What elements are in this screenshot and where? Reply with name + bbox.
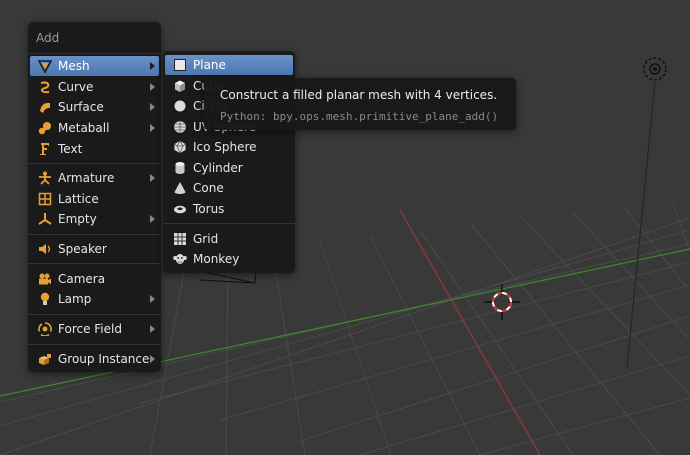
lamp-object: [626, 57, 667, 369]
x-axis-line: [399, 209, 541, 455]
submenu-arrow-icon: [150, 83, 155, 91]
submenu-item-label: Cylinder: [193, 161, 243, 175]
submenu-item-label: Monkey: [193, 252, 240, 266]
menu-item-curve[interactable]: Curve: [30, 77, 159, 97]
submenu-item-ico-sphere[interactable]: Ico Sphere: [165, 137, 293, 157]
menu-item-label: Mesh: [58, 59, 90, 73]
menu-item-label: Group Instance: [58, 352, 150, 366]
divider: [28, 314, 161, 315]
menu-item-empty[interactable]: Empty: [30, 209, 159, 229]
torus-icon: [172, 201, 188, 217]
grid-icon: [172, 231, 188, 247]
metaball-icon: [37, 120, 53, 136]
menu-item-label: Curve: [58, 80, 94, 94]
submenu-arrow-icon: [150, 62, 155, 70]
menu-item-label: Camera: [58, 272, 106, 286]
force-field-icon: [37, 321, 53, 337]
menu-item-force-field[interactable]: Force Field: [30, 319, 159, 339]
divider: [28, 53, 161, 54]
menu-item-label: Armature: [58, 171, 115, 185]
menu-item-label: Lamp: [58, 292, 92, 306]
submenu-item-label: Torus: [193, 202, 225, 216]
lattice-icon: [37, 191, 53, 207]
mesh-icon: [37, 58, 53, 74]
cube-icon: [172, 78, 188, 94]
circle-icon: [172, 98, 188, 114]
tooltip: Construct a filled planar mesh with 4 ve…: [204, 78, 516, 130]
submenu-item-cylinder[interactable]: Cylinder: [165, 158, 293, 178]
divider: [163, 223, 295, 224]
submenu-item-grid[interactable]: Grid: [165, 229, 293, 249]
tooltip-description: Construct a filled planar mesh with 4 ve…: [220, 88, 498, 102]
submenu-item-torus[interactable]: Torus: [165, 199, 293, 219]
lamp-icon: [37, 291, 53, 307]
menu-item-label: Speaker: [58, 242, 107, 256]
menu-item-metaball[interactable]: Metaball: [30, 118, 159, 138]
empty-icon: [37, 211, 53, 227]
menu-item-lamp[interactable]: Lamp: [30, 289, 159, 309]
monkey-icon: [172, 251, 188, 267]
divider: [28, 263, 161, 264]
surface-icon: [37, 99, 53, 115]
menu-item-surface[interactable]: Surface: [30, 97, 159, 117]
menu-item-armature[interactable]: Armature: [30, 168, 159, 188]
menu-item-label: Empty: [58, 212, 97, 226]
tooltip-python-path: Python: bpy.ops.mesh.primitive_plane_add…: [220, 110, 499, 123]
submenu-item-plane[interactable]: Plane: [165, 55, 293, 75]
camera-icon: [37, 271, 53, 287]
submenu-item-label: Cone: [193, 181, 224, 195]
submenu-item-label: Grid: [193, 232, 219, 246]
cylinder-icon: [172, 160, 188, 176]
submenu-item-monkey[interactable]: Monkey: [165, 249, 293, 269]
submenu-arrow-icon: [150, 124, 155, 132]
menu-item-camera[interactable]: Camera: [30, 269, 159, 289]
submenu-arrow-icon: [150, 325, 155, 333]
menu-item-lattice[interactable]: Lattice: [30, 189, 159, 209]
menu-item-mesh[interactable]: Mesh: [30, 56, 159, 76]
plane-icon: [172, 57, 188, 73]
ico-sphere-icon: [172, 139, 188, 155]
group-instance-icon: [37, 351, 53, 367]
cone-icon: [172, 180, 188, 196]
menu-item-label: Surface: [58, 100, 104, 114]
submenu-item-label: Ico Sphere: [193, 140, 257, 154]
armature-icon: [37, 170, 53, 186]
submenu-item-cone[interactable]: Cone: [165, 178, 293, 198]
submenu-arrow-icon: [150, 103, 155, 111]
submenu-arrow-icon: [150, 295, 155, 303]
submenu-arrow-icon: [150, 215, 155, 223]
speaker-icon: [37, 241, 53, 257]
menu-item-text[interactable]: Text: [30, 139, 159, 159]
menu-item-label: Force Field: [58, 322, 122, 336]
uv-sphere-icon: [172, 119, 188, 135]
submenu-arrow-icon: [150, 174, 155, 182]
curve-icon: [37, 79, 53, 95]
menu-title: Add: [36, 31, 60, 45]
submenu-arrow-icon: [150, 355, 155, 363]
divider: [28, 344, 161, 345]
submenu-item-label: Plane: [193, 58, 226, 72]
divider: [28, 163, 161, 164]
menu-item-group-instance[interactable]: Group Instance: [30, 349, 159, 369]
divider: [28, 234, 161, 235]
menu-item-speaker[interactable]: Speaker: [30, 239, 159, 259]
text-icon: [37, 141, 53, 157]
3d-cursor-icon[interactable]: [484, 284, 520, 320]
menu-item-label: Lattice: [58, 192, 99, 206]
menu-item-label: Metaball: [58, 121, 110, 135]
menu-item-label: Text: [58, 142, 83, 156]
add-menu: Add Mesh Curve Surface Metaball Text Arm…: [28, 22, 161, 372]
